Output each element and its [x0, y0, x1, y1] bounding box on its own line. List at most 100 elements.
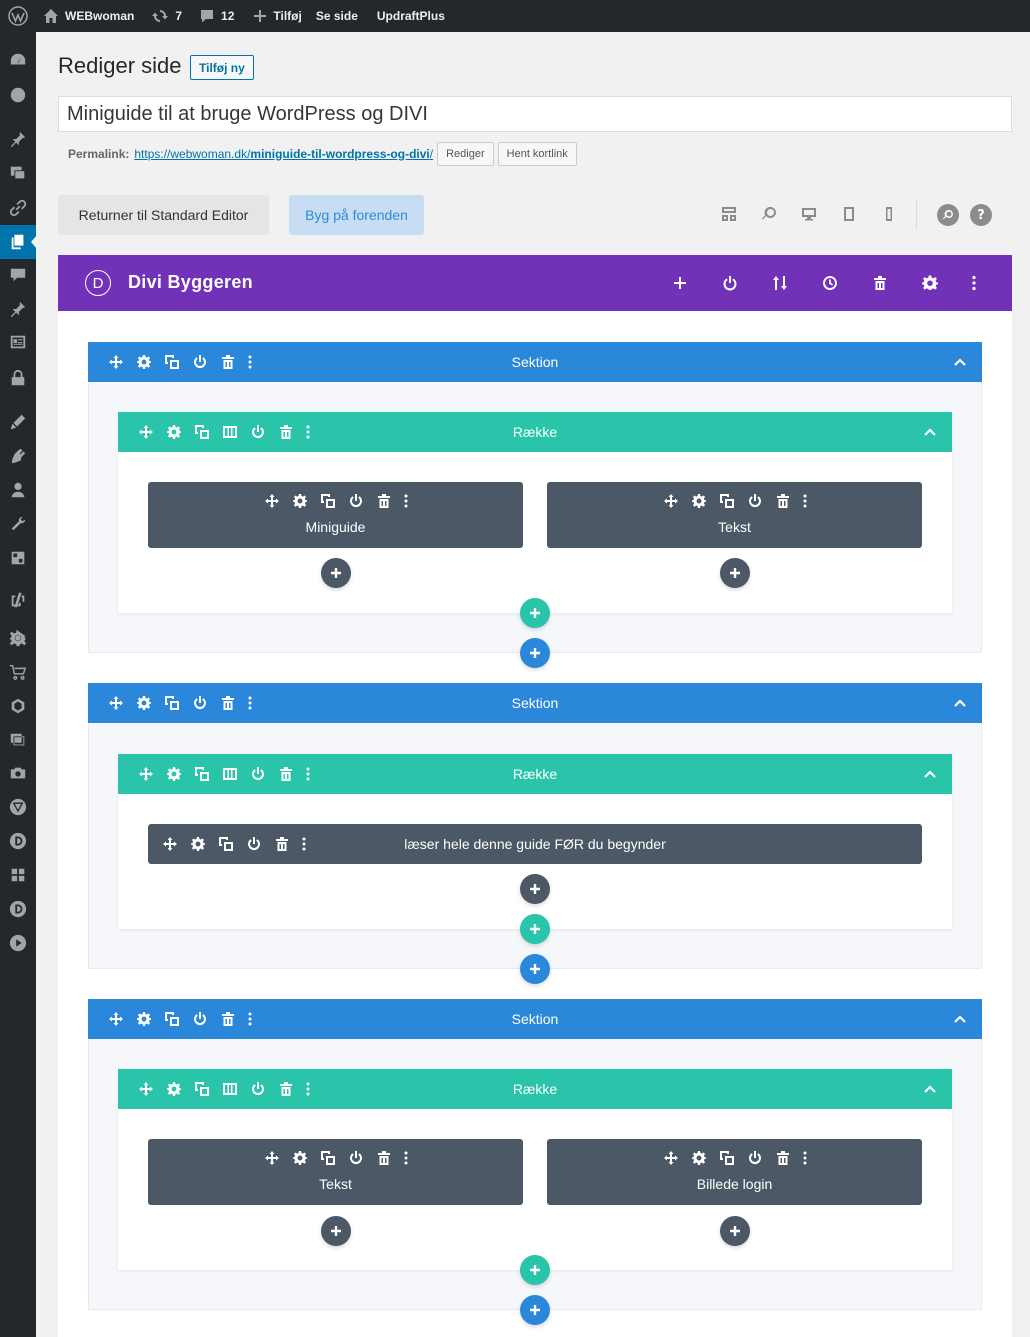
comments-link[interactable]: 12: [189, 0, 241, 32]
add-section-button[interactable]: [520, 954, 550, 984]
more-options-icon[interactable]: [797, 493, 813, 509]
desktop-view-icon[interactable]: [800, 205, 818, 223]
duplicate-icon[interactable]: [314, 1150, 342, 1166]
section-bar[interactable]: Sektion: [88, 999, 982, 1039]
trash-icon[interactable]: [769, 493, 797, 509]
links-icon[interactable]: [8, 198, 28, 218]
add-new-link[interactable]: Tilføj: [241, 0, 308, 32]
add-module-button[interactable]: [321, 1216, 351, 1246]
hexagon-icon[interactable]: [8, 696, 28, 716]
tools-icon[interactable]: [8, 514, 28, 534]
power-icon[interactable]: [741, 1150, 769, 1166]
add-module-button[interactable]: [720, 1216, 750, 1246]
move-icon[interactable]: [657, 493, 685, 509]
post-title-input[interactable]: Miniguide til at bruge WordPress og DIVI: [58, 96, 1012, 132]
add-module-button[interactable]: [520, 874, 550, 904]
tablet-view-icon[interactable]: [840, 205, 858, 223]
zoom-icon[interactable]: [760, 205, 778, 223]
settings-icon[interactable]: [685, 1150, 713, 1166]
duplicate-icon[interactable]: [314, 493, 342, 509]
settings-icon[interactable]: [685, 493, 713, 509]
updates-link[interactable]: 7: [141, 0, 189, 32]
phone-view-icon[interactable]: [880, 205, 898, 223]
move-icon[interactable]: [258, 1150, 286, 1166]
chevron-up-icon[interactable]: [952, 1011, 968, 1027]
wordpress-logo-icon[interactable]: [0, 0, 35, 32]
module-tekst[interactable]: Tekst: [547, 482, 922, 548]
vimeo-v-icon[interactable]: [8, 797, 28, 817]
add-new-button[interactable]: Tilføj ny: [190, 55, 254, 80]
dashboard-icon[interactable]: [8, 50, 28, 70]
woocommerce-cart-icon[interactable]: [8, 662, 28, 682]
pin-icon[interactable]: [8, 299, 28, 319]
view-page-link[interactable]: Se side: [309, 0, 365, 32]
power-icon[interactable]: [342, 1150, 370, 1166]
add-module-button[interactable]: [321, 558, 351, 588]
users-icon[interactable]: [8, 480, 28, 500]
add-module-button[interactable]: [720, 558, 750, 588]
divi-library-icon[interactable]: [8, 899, 28, 919]
trash-icon[interactable]: [870, 273, 890, 293]
layout-icon[interactable]: [720, 205, 738, 223]
duplicate-icon[interactable]: [713, 493, 741, 509]
get-shortlink-button[interactable]: Hent kortlink: [497, 141, 577, 166]
permalink-link[interactable]: https://webwoman.dk/miniguide-til-wordpr…: [134, 147, 433, 161]
more-options-icon[interactable]: [797, 1150, 813, 1166]
comments-icon[interactable]: [8, 265, 28, 285]
trash-icon[interactable]: [769, 1150, 797, 1166]
trash-icon[interactable]: [370, 1150, 398, 1166]
updraftplus-link[interactable]: UpdraftPlus: [365, 0, 452, 32]
return-standard-editor-button[interactable]: Returner til Standard Editor: [58, 195, 269, 235]
module-billede-login[interactable]: Billede login: [547, 1139, 922, 1205]
site-name-link[interactable]: WEBwoman: [35, 0, 141, 32]
help-icon[interactable]: ?: [970, 204, 992, 226]
jetpack-icon[interactable]: [8, 85, 28, 105]
settings-icon[interactable]: [920, 273, 940, 293]
yoast-icon[interactable]: [8, 590, 28, 610]
add-row-button[interactable]: [520, 598, 550, 628]
plugins-icon[interactable]: [8, 446, 28, 466]
trash-icon[interactable]: [370, 493, 398, 509]
forms-icon[interactable]: [8, 332, 28, 352]
sort-icon[interactable]: [770, 273, 790, 293]
import-export-icon[interactable]: [8, 548, 28, 568]
chevron-up-icon[interactable]: [922, 1081, 938, 1097]
power-icon[interactable]: [741, 493, 769, 509]
section-bar[interactable]: Sektion: [88, 342, 982, 382]
add-icon[interactable]: [670, 273, 690, 293]
row-bar[interactable]: Række: [118, 1069, 952, 1109]
row-bar[interactable]: Række: [118, 754, 952, 794]
play-icon[interactable]: [8, 933, 28, 953]
history-icon[interactable]: [820, 273, 840, 293]
media-icon[interactable]: [8, 163, 28, 183]
power-icon[interactable]: [342, 493, 370, 509]
module-tekst[interactable]: Tekst: [148, 1139, 523, 1205]
add-section-button[interactable]: [520, 1295, 550, 1325]
search-icon[interactable]: [937, 204, 959, 226]
edit-permalink-button[interactable]: Rediger: [437, 141, 494, 166]
move-icon[interactable]: [258, 493, 286, 509]
grid-icon[interactable]: [8, 865, 28, 885]
duplicate-icon[interactable]: [713, 1150, 741, 1166]
power-icon[interactable]: [720, 273, 740, 293]
row-bar[interactable]: Række: [118, 412, 952, 452]
settings-icon[interactable]: [286, 493, 314, 509]
chevron-up-icon[interactable]: [952, 354, 968, 370]
build-on-frontend-button[interactable]: Byg på forenden: [289, 195, 424, 235]
divi-d-icon[interactable]: [8, 831, 28, 851]
more-options-icon[interactable]: [398, 1150, 414, 1166]
move-icon[interactable]: [657, 1150, 685, 1166]
module-read-guide[interactable]: læser hele denne guide FØR du begynder: [148, 824, 922, 864]
settings-gear-icon[interactable]: [8, 628, 28, 648]
posts-pin-icon[interactable]: [8, 129, 28, 149]
pages-icon[interactable]: [8, 232, 28, 252]
add-row-button[interactable]: [520, 914, 550, 944]
settings-icon[interactable]: [286, 1150, 314, 1166]
chevron-up-icon[interactable]: [922, 766, 938, 782]
gallery-icon[interactable]: [8, 730, 28, 750]
chevron-up-icon[interactable]: [922, 424, 938, 440]
more-options-icon[interactable]: [398, 493, 414, 509]
module-miniguide[interactable]: Miniguide: [148, 482, 523, 548]
add-row-button[interactable]: [520, 1255, 550, 1285]
appearance-icon[interactable]: [8, 412, 28, 432]
